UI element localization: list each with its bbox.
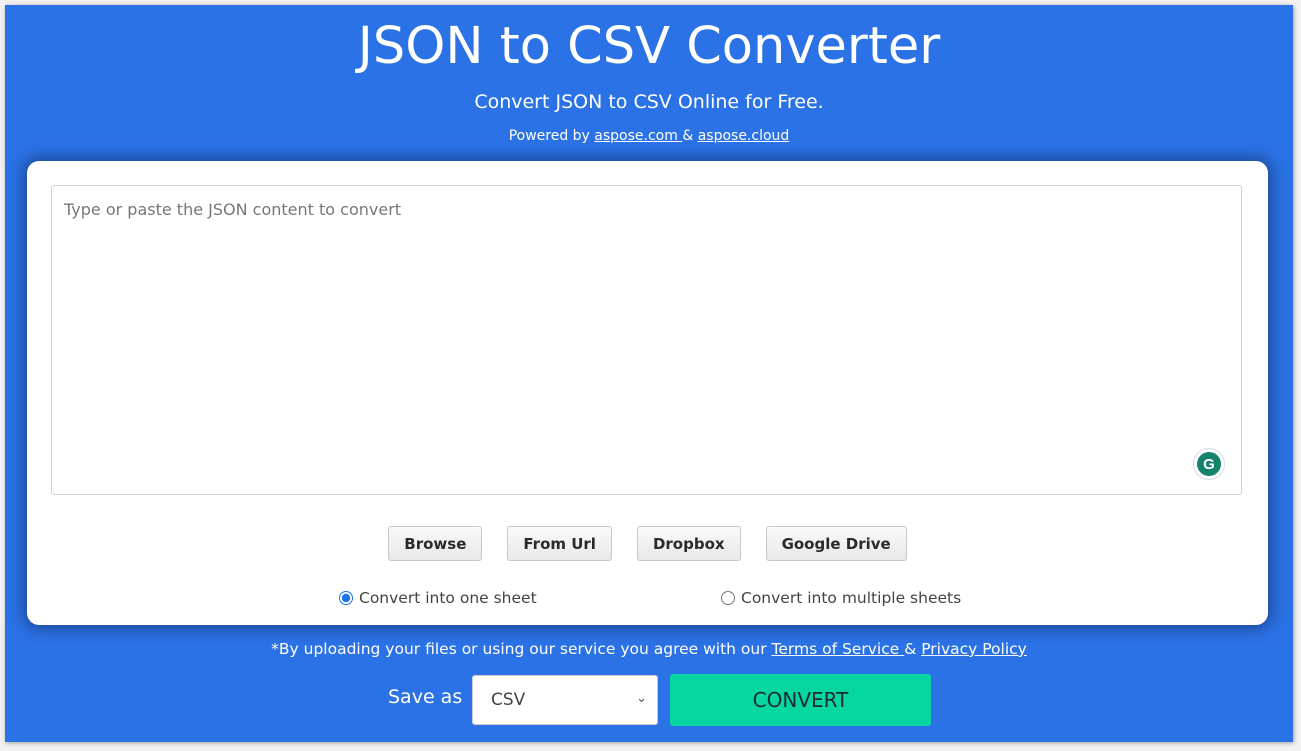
google-drive-button[interactable]: Google Drive [765, 526, 907, 561]
grammarly-g-icon: G [1197, 452, 1221, 476]
format-select[interactable]: CSV [473, 676, 657, 724]
powered-by-prefix: Powered by [508, 128, 595, 144]
terms-of-service-link[interactable]: Terms of Service [772, 640, 905, 658]
grammarly-button[interactable]: G [1193, 448, 1225, 480]
dropbox-button[interactable]: Dropbox [636, 526, 741, 561]
powered-by-separator: & [682, 128, 698, 144]
multiple-sheets-radio[interactable] [721, 591, 735, 605]
browse-button[interactable]: Browse [388, 526, 483, 561]
save-row: Save as CSV ⌄ CONVERT [5, 674, 1293, 726]
page-background: JSON to CSV Converter Convert JSON to CS… [5, 5, 1293, 742]
aspose-cloud-link[interactable]: aspose.cloud [698, 128, 790, 144]
converter-card: G Browse From Url Dropbox Google Drive C… [27, 161, 1268, 625]
aspose-com-link[interactable]: aspose.com [594, 128, 682, 144]
multiple-sheets-label: Convert into multiple sheets [741, 589, 962, 607]
option-one-sheet[interactable]: Convert into one sheet [339, 589, 537, 607]
source-buttons: Browse From Url Dropbox Google Drive [27, 526, 1268, 561]
json-input[interactable] [51, 185, 1242, 495]
from-url-button[interactable]: From Url [507, 526, 612, 561]
one-sheet-radio[interactable] [339, 591, 353, 605]
one-sheet-label: Convert into one sheet [359, 589, 537, 607]
powered-by: Powered by aspose.com & aspose.cloud [5, 127, 1293, 145]
option-multiple-sheets[interactable]: Convert into multiple sheets [721, 589, 961, 607]
page-title: JSON to CSV Converter [357, 17, 941, 76]
terms-notice: *By uploading your files or using our se… [5, 639, 1293, 659]
save-as-label: Save as [388, 686, 463, 708]
sheet-options: Convert into one sheet Convert into mult… [27, 589, 1268, 609]
page-subtitle: Convert JSON to CSV Online for Free. [474, 91, 824, 113]
terms-separator: & [904, 640, 922, 658]
format-select-wrapper: CSV ⌄ [472, 675, 658, 725]
privacy-policy-link[interactable]: Privacy Policy [921, 640, 1027, 658]
terms-prefix: *By uploading your files or using our se… [271, 640, 772, 658]
convert-button[interactable]: CONVERT [670, 674, 931, 726]
